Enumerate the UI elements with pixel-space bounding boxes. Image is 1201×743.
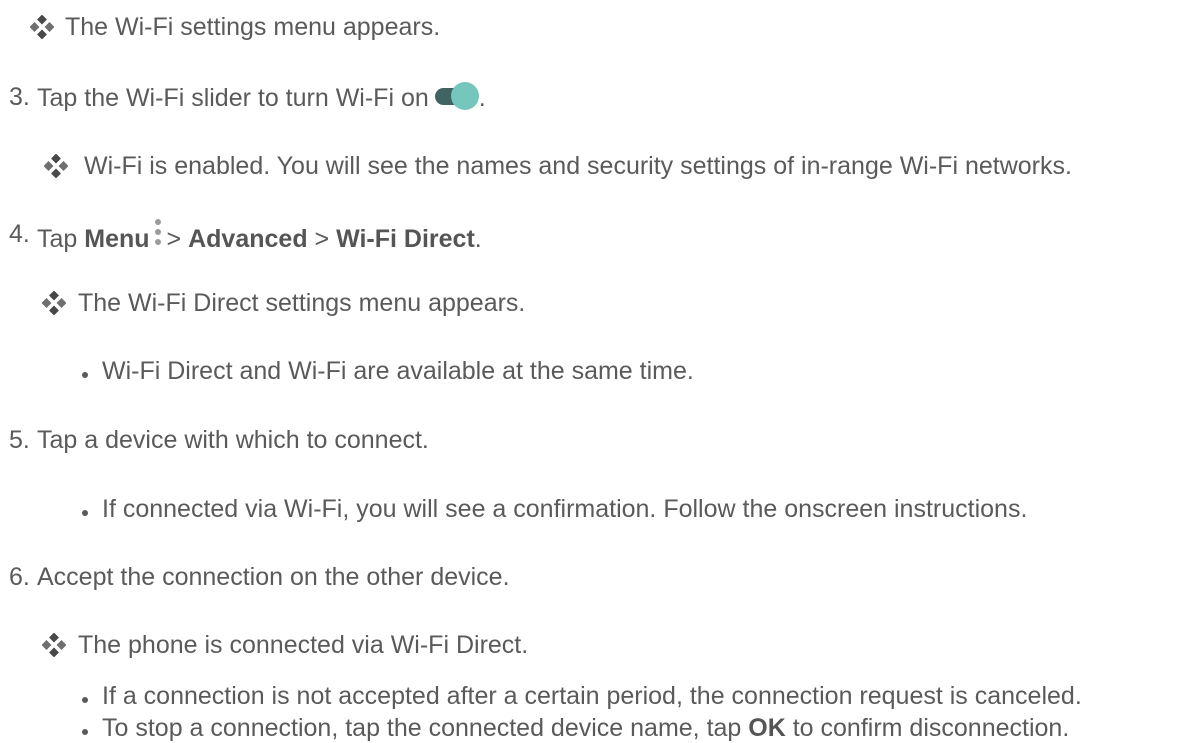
result-item-connected: The phone is connected via Wi-Fi Direct. [41, 630, 529, 660]
four-diamond-result-icon [41, 290, 67, 316]
step-number: 4. [9, 220, 30, 248]
step-number: 5. [9, 426, 30, 454]
toggle-knob [450, 82, 479, 110]
separator: > [166, 225, 182, 253]
bullet-text: If connected via Wi-Fi, you will see a c… [102, 495, 1028, 523]
result-text: The Wi-Fi Direct settings menu appears. [78, 289, 526, 317]
bullet-text-after: to confirm disconnection. [792, 714, 1070, 742]
bullet-text: Wi-Fi Direct and Wi-Fi are available at … [102, 357, 694, 385]
bullet-dot-icon [82, 372, 88, 378]
toggle-on-icon [434, 82, 479, 110]
step-tap-text: Tap [37, 225, 78, 253]
bullet-text: If a connection is not accepted after a … [102, 682, 1082, 710]
result-text: The phone is connected via Wi-Fi Direct. [78, 631, 529, 659]
bullet-item-canceled: If a connection is not accepted after a … [82, 681, 1082, 711]
vertical-dots-menu-icon [152, 219, 164, 249]
advanced-label: Advanced [188, 225, 308, 253]
result-item-wifi-settings-menu: The Wi-Fi settings menu appears. [29, 12, 441, 42]
four-diamond-result-icon [29, 14, 55, 40]
bullet-item-confirmation: If connected via Wi-Fi, you will see a c… [82, 494, 1027, 524]
step-number: 3. [9, 83, 30, 111]
bullet-dot-icon [82, 510, 88, 516]
bullet-item-stop: To stop a connection, tap the connected … [82, 713, 1069, 743]
ok-label: OK [748, 714, 786, 742]
four-diamond-result-icon [43, 153, 69, 179]
menu-label: Menu [84, 225, 150, 253]
step-3: 3. Tap the Wi-Fi slider to turn Wi-Fi on… [9, 82, 486, 113]
step-text-end: . [474, 225, 482, 253]
result-text: Wi-Fi is enabled. You will see the names… [84, 152, 1072, 180]
bullet-dot-icon [82, 729, 88, 735]
separator: > [314, 225, 330, 253]
result-text: The Wi-Fi settings menu appears. [65, 13, 441, 41]
step-text: Tap a device with which to connect. [37, 426, 429, 454]
step-number: 6. [9, 563, 30, 591]
bullet-dot-icon [82, 697, 88, 703]
four-diamond-result-icon [41, 632, 67, 658]
bullet-text-before: To stop a connection, tap the connected … [102, 714, 742, 742]
step-4: 4. Tap Menu > Advanced > Wi-Fi Direct. [9, 219, 482, 254]
step-5: 5. Tap a device with which to connect. [9, 425, 429, 455]
wifi-direct-label: Wi-Fi Direct [336, 225, 475, 253]
step-text: Tap the Wi-Fi slider to turn Wi-Fi on [37, 84, 429, 112]
result-item-wifi-enabled: Wi-Fi is enabled. You will see the names… [43, 151, 1072, 181]
bullet-item-available: Wi-Fi Direct and Wi-Fi are available at … [82, 356, 694, 386]
result-item-wifi-direct-menu: The Wi-Fi Direct settings menu appears. [41, 288, 526, 318]
step-text: Accept the connection on the other devic… [37, 563, 510, 591]
step-6: 6. Accept the connection on the other de… [9, 562, 510, 592]
step-text-end: . [478, 84, 486, 112]
